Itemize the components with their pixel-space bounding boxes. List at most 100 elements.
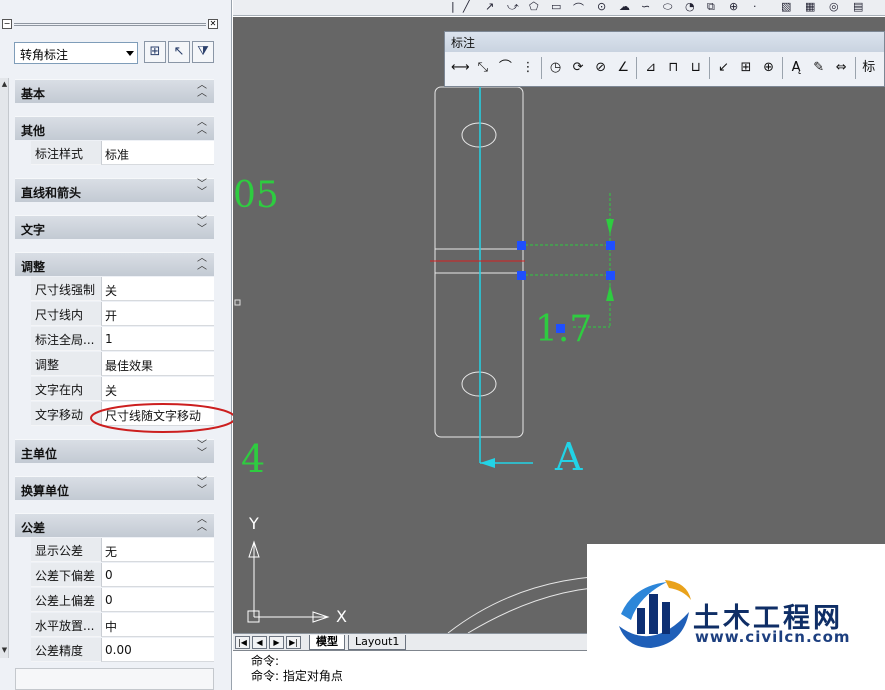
scroll-down-icon[interactable]: ▼ [0,646,9,654]
ellipse-arc-icon[interactable]: ◔ [685,0,695,13]
expand-icon[interactable]: ﹀ ﹀ [197,217,207,235]
gradient-tool-icon[interactable]: ▦ [805,0,815,13]
select-objects-button[interactable]: ⊞ [144,41,166,63]
category-primary-units[interactable]: 主单位 ﹀ ﹀ [15,439,214,463]
prop-row-dimline-inside[interactable]: 尺寸线内 开 [31,302,214,327]
prop-value[interactable]: 关 [101,377,214,401]
construction-line-icon[interactable]: ↗ [485,0,494,13]
section-label[interactable]: A [555,435,582,479]
prop-value[interactable]: 无 [101,538,214,562]
circle-tool-icon[interactable]: ⊙ [597,0,606,13]
tolerance-icon[interactable]: ⊞ [735,56,758,80]
line-tool-icon[interactable]: ╱ [463,0,470,13]
prop-row-tolerance-precision[interactable]: 公差精度 0.00 [31,638,214,663]
linear-dim-icon[interactable]: ⟷ [449,56,472,80]
region-tool-icon[interactable]: ◎ [829,0,839,13]
grip-handle[interactable] [517,271,526,280]
angular-dim-icon[interactable]: ∠ [612,56,635,80]
jogged-dim-icon[interactable]: ⟳ [567,56,590,80]
quick-dim-icon[interactable]: ⊿ [639,56,662,80]
prop-value[interactable]: 关 [101,277,214,301]
prop-value[interactable]: 开 [101,302,214,326]
spline-tool-icon[interactable]: ∽ [641,0,650,13]
palette-title-bar[interactable]: − ✕ [0,18,222,30]
hatch-tool-icon[interactable]: ▧ [781,0,791,13]
dim-text-edit-icon[interactable]: ✎ [807,56,830,80]
collapse-icon[interactable]: ︿ ︿ [197,254,207,272]
prop-row-tolerance-lower[interactable]: 公差下偏差 0 [31,563,214,588]
category-other[interactable]: 其他 ︿ ︿ [15,116,214,140]
palette-grip[interactable] [14,23,206,26]
collapse-icon[interactable]: ︿ ︿ [197,81,207,99]
lower-hole[interactable] [461,371,497,397]
expand-icon[interactable]: ﹀ ﹀ [197,180,207,198]
prop-row-global-scale[interactable]: 标注全局... 1 [31,327,214,352]
prop-row-tolerance-upper[interactable]: 公差上偏差 0 [31,588,214,613]
prop-value[interactable]: 1 [101,327,214,351]
drawing-canvas[interactable]: 05 4 1.7 A Y X [233,17,885,633]
ellipse-tool-icon[interactable]: ⬭ [663,0,672,14]
arc-tool-icon[interactable]: ⌒ [573,0,584,16]
polygon-tool-icon[interactable]: ⬠ [529,0,539,13]
prop-row-display-tolerance[interactable]: 显示公差 无 [31,538,214,563]
palette-scrollbar[interactable]: ▲ ▼ [0,78,9,658]
dim-text-05[interactable]: 05 [233,175,279,216]
category-text[interactable]: 文字 ﹀ ﹀ [15,215,214,239]
prop-row-fit[interactable]: 调整 最佳效果 [31,352,214,377]
category-fit[interactable]: 调整 ︿ ︿ [15,252,214,276]
radius-dim-icon[interactable]: ◷ [544,56,567,80]
prop-value[interactable]: 标准 [101,141,214,165]
prop-row-dim-style[interactable]: 标注样式 标准 [31,141,214,166]
dim-edit-icon[interactable]: Ą [785,56,808,80]
category-tolerances[interactable]: 公差 ︿ ︿ [15,513,214,537]
quick-select-button[interactable]: ⧩ [192,41,214,63]
collapse-icon[interactable]: ︿ ︿ [197,515,207,533]
center-mark-icon[interactable]: ⊕ [757,56,780,80]
leader-icon[interactable]: ↙ [712,56,735,80]
prop-row-text-inside[interactable]: 文字在内 关 [31,377,214,402]
object-type-select[interactable]: 转角标注 [14,42,138,64]
polyline-tool-icon[interactable]: ⤻ [507,0,519,14]
prop-value[interactable]: 0 [101,563,214,587]
dim-text-4[interactable]: 4 [241,437,265,481]
tab-layout1[interactable]: Layout1 [348,635,407,650]
grip-handle[interactable] [606,241,615,250]
make-block-icon[interactable]: ⊕ [729,0,738,13]
table-tool-icon[interactable]: ▤ [853,0,863,13]
revcloud-tool-icon[interactable]: ☁ [619,0,630,13]
prop-value[interactable]: 中 [101,613,214,637]
dim-text-value[interactable]: 1.7 [535,309,592,350]
last-tab-icon[interactable]: ▶| [286,636,301,649]
arc-length-dim-icon[interactable]: ⌒ [494,56,517,80]
tab-model[interactable]: 模型 [309,635,345,650]
command-line[interactable]: 命令: 命令: 指定对角点 [233,650,588,690]
part-outline[interactable] [434,86,524,438]
category-basic[interactable]: 基本 ︿ ︿ [15,79,214,103]
prev-tab-icon[interactable]: ◀ [252,636,267,649]
palette-autohide-icon[interactable]: − [2,19,12,29]
next-tab-icon[interactable]: ▶ [269,636,284,649]
first-tab-icon[interactable]: |◀ [235,636,250,649]
upper-hole[interactable] [461,122,497,148]
prop-value[interactable]: 0.00 [101,638,214,662]
prop-row-horizontal-placement[interactable]: 水平放置... 中 [31,613,214,638]
expand-icon[interactable]: ﹀ ﹀ [197,441,207,459]
baseline-dim-icon[interactable]: ⊓ [662,56,685,80]
prop-value[interactable]: 最佳效果 [101,352,214,376]
close-icon[interactable]: ✕ [208,19,218,29]
collapse-icon[interactable]: ︿ ︿ [197,118,207,136]
rectangle-tool-icon[interactable]: ▭ [551,0,561,13]
category-alt-units[interactable]: 换算单位 ﹀ ﹀ [15,476,214,500]
continue-dim-icon[interactable]: ⊔ [685,56,708,80]
grip-handle[interactable] [517,241,526,250]
scroll-up-icon[interactable]: ▲ [0,80,9,88]
dim-update-icon[interactable]: ⇔ [830,56,853,80]
prop-value[interactable]: 0 [101,588,214,612]
prop-row-force-dimline[interactable]: 尺寸线强制 关 [31,277,214,302]
diameter-dim-icon[interactable]: ⊘ [589,56,612,80]
category-lines-arrows[interactable]: 直线和箭头 ﹀ ﹀ [15,178,214,202]
dimension-toolbar-title[interactable]: 标注 [445,32,884,52]
expand-icon[interactable]: ﹀ ﹀ [197,478,207,496]
aligned-dim-icon[interactable]: ⤡ [472,56,495,80]
insert-block-icon[interactable]: ⧉ [707,0,715,14]
